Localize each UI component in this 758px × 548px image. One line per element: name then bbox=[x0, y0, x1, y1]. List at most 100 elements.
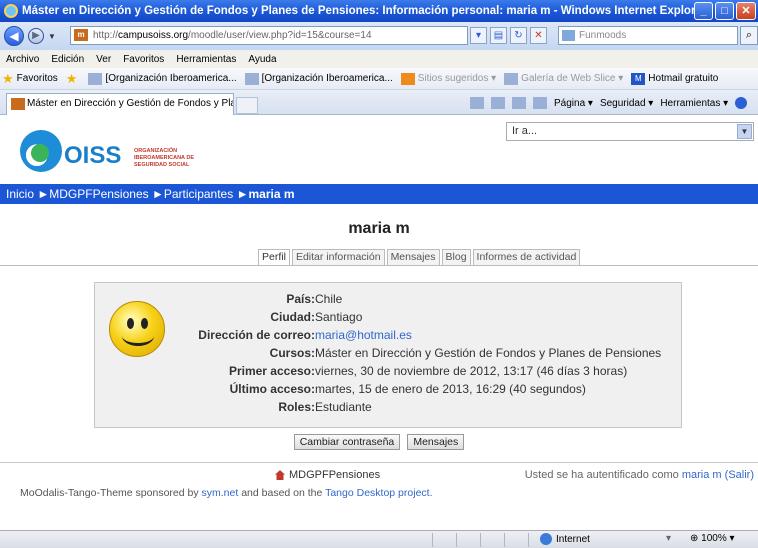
breadcrumb-participants[interactable]: Participantes bbox=[164, 187, 233, 201]
security-zone[interactable]: Internet bbox=[540, 533, 590, 545]
new-tab-button[interactable] bbox=[236, 97, 258, 114]
favorites-button[interactable]: ★ Favoritos bbox=[2, 71, 58, 87]
favorite-link-2-label: [Organización Iberoamerica... bbox=[261, 73, 393, 84]
profile-row-first-access: Primer acceso: viernes, 30 de noviembre … bbox=[95, 362, 683, 380]
compatibility-icon[interactable]: ▤ bbox=[490, 27, 507, 44]
menu-archivo[interactable]: Archivo bbox=[0, 54, 45, 65]
zoom-control[interactable]: ⊕ 100% ▾ bbox=[690, 533, 735, 544]
tab-perfil[interactable]: Perfil bbox=[258, 249, 290, 266]
logo-subtext: ORGANIZACIÓN IBEROAMERICANA DE SEGURIDAD… bbox=[134, 148, 194, 168]
tab-blog[interactable]: Blog bbox=[441, 249, 471, 266]
menu-favoritos[interactable]: Favoritos bbox=[117, 54, 170, 65]
change-password-button[interactable]: Cambiar contraseña bbox=[293, 434, 401, 450]
email-link[interactable]: maria@hotmail.es bbox=[315, 326, 412, 344]
hotmail-icon: M bbox=[631, 72, 646, 85]
hotmail-label: Hotmail gratuito bbox=[648, 73, 719, 84]
search-input[interactable]: Funmoods bbox=[558, 26, 738, 45]
courses-label: Cursos: bbox=[269, 346, 315, 360]
site-favicon: m bbox=[74, 29, 88, 41]
search-icon[interactable]: ⌕ bbox=[740, 26, 758, 45]
tab-editar-informacion[interactable]: Editar información bbox=[291, 249, 385, 266]
profile-row-roles: Roles: Estudiante bbox=[95, 398, 683, 416]
print-icon[interactable] bbox=[533, 97, 547, 109]
page-icon bbox=[244, 72, 259, 85]
stop-icon[interactable]: ✕ bbox=[530, 27, 547, 44]
status-separator bbox=[456, 533, 457, 547]
tango-link[interactable]: Tango Desktop project. bbox=[325, 487, 432, 499]
tab-mensajes[interactable]: Mensajes bbox=[386, 249, 440, 266]
tab-favicon bbox=[11, 98, 25, 110]
web-slice-gallery[interactable]: Galería de Web Slice ▾ bbox=[504, 72, 623, 85]
forward-icon[interactable]: ▶ bbox=[28, 28, 44, 44]
favorite-link-1[interactable]: [Organización Iberoamerica... bbox=[88, 72, 237, 85]
browser-tab[interactable]: Máster en Dirección y Gestión de Fondos … bbox=[6, 93, 234, 115]
theme-credit-mid: and based on the bbox=[241, 487, 323, 499]
star-icon: ★ bbox=[2, 70, 14, 86]
help-icon[interactable] bbox=[735, 97, 748, 109]
theme-credit: MoOdalis-Tango-Theme sponsored by sym.ne… bbox=[20, 487, 433, 499]
profile-row-city: Ciudad: Santiago bbox=[95, 308, 683, 326]
country-value: Chile bbox=[315, 292, 343, 306]
menu-ayuda[interactable]: Ayuda bbox=[242, 54, 282, 65]
first-access-label: Primer acceso: bbox=[228, 364, 315, 378]
home-icon bbox=[275, 470, 285, 481]
breadcrumb-sep-icon: ► bbox=[236, 187, 249, 201]
first-access-value: viernes, 30 de noviembre de 2012, 13:17 … bbox=[315, 364, 628, 378]
jump-to-select[interactable]: Ir a... ▼ bbox=[506, 122, 754, 141]
messages-button[interactable]: Mensajes bbox=[407, 434, 465, 450]
close-button[interactable]: ✕ bbox=[736, 2, 756, 20]
ie-icon bbox=[4, 4, 18, 18]
address-dropdown-icon[interactable]: ▾ bbox=[470, 27, 487, 44]
status-separator bbox=[528, 533, 529, 547]
course-home-label: MDGPFPensiones bbox=[289, 469, 381, 481]
url-host: campusoiss.org bbox=[118, 30, 189, 41]
menu-herramientas[interactable]: Herramientas bbox=[170, 54, 242, 65]
breadcrumb-home[interactable]: Inicio bbox=[6, 187, 34, 201]
logged-user-link[interactable]: maria m bbox=[682, 469, 722, 481]
breadcrumb-user: maria m bbox=[248, 187, 295, 201]
maximize-button[interactable]: □ bbox=[715, 2, 734, 20]
hotmail-link[interactable]: M Hotmail gratuito bbox=[631, 72, 719, 85]
jump-to-value: Ir a... bbox=[512, 125, 538, 137]
zoom-level: 100% bbox=[701, 533, 727, 544]
tab-informes-actividad[interactable]: Informes de actividad bbox=[472, 249, 581, 266]
tab-bar: Máster en Dirección y Gestión de Fondos … bbox=[0, 90, 758, 115]
home-icon[interactable] bbox=[470, 97, 484, 109]
menu-edicion[interactable]: Edición bbox=[45, 54, 90, 65]
menu-ver[interactable]: Ver bbox=[90, 54, 117, 65]
menu-herramientas-cmd[interactable]: Herramientas ▾ bbox=[660, 98, 728, 109]
favorite-link-2[interactable]: [Organización Iberoamerica... bbox=[244, 72, 393, 85]
address-input[interactable]: m http://campusoiss.org/moodle/user/view… bbox=[70, 26, 468, 45]
add-favorite-icon[interactable]: ★ bbox=[66, 71, 81, 87]
security-zone-label: Internet bbox=[556, 533, 590, 545]
protected-mode-icon[interactable]: ▾ bbox=[666, 533, 671, 544]
history-dropdown-icon[interactable]: ▼ bbox=[48, 32, 56, 41]
menu-bar: Archivo Edición Ver Favoritos Herramient… bbox=[0, 50, 758, 68]
add-star-icon: ★ bbox=[65, 70, 78, 86]
suggested-sites[interactable]: Sitios sugeridos ▾ bbox=[400, 72, 496, 85]
page-content: OISS ORGANIZACIÓN IBEROAMERICANA DE SEGU… bbox=[0, 116, 758, 530]
login-info: Usted se ha autentificado como maria m (… bbox=[525, 469, 754, 481]
breadcrumb-course[interactable]: MDGPFPensiones bbox=[49, 187, 148, 201]
status-separator bbox=[432, 533, 433, 547]
mail-icon[interactable] bbox=[512, 97, 526, 109]
menu-seguridad[interactable]: Seguridad ▾ bbox=[600, 98, 653, 109]
feeds-icon[interactable] bbox=[491, 97, 505, 109]
breadcrumb-sep-icon: ► bbox=[37, 187, 50, 201]
footer-divider bbox=[0, 462, 758, 463]
city-value: Santiago bbox=[315, 310, 363, 324]
minimize-button[interactable]: _ bbox=[694, 2, 713, 20]
theme-credit-pre: MoOdalis-Tango-Theme sponsored by bbox=[20, 487, 199, 499]
course-home-link[interactable]: MDGPFPensiones bbox=[275, 469, 380, 481]
oiss-logo[interactable]: OISS ORGANIZACIÓN IBEROAMERICANA DE SEGU… bbox=[12, 126, 212, 176]
menu-pagina[interactable]: Página ▾ bbox=[554, 98, 593, 109]
profile-info-box: País: Chile Ciudad: Santiago Dirección d… bbox=[94, 282, 682, 428]
logout-link[interactable]: (Salir) bbox=[725, 469, 754, 481]
status-bar: Internet ▾ ⊕ 100% ▾ bbox=[0, 530, 758, 548]
chevron-down-icon[interactable]: ▼ bbox=[737, 124, 752, 139]
refresh-icon[interactable]: ↻ bbox=[510, 27, 527, 44]
logo-text: OISS bbox=[64, 142, 122, 169]
zoom-icon: ⊕ bbox=[690, 533, 699, 544]
back-icon[interactable]: ◀ bbox=[4, 26, 24, 46]
symnet-link[interactable]: sym.net bbox=[202, 487, 239, 499]
